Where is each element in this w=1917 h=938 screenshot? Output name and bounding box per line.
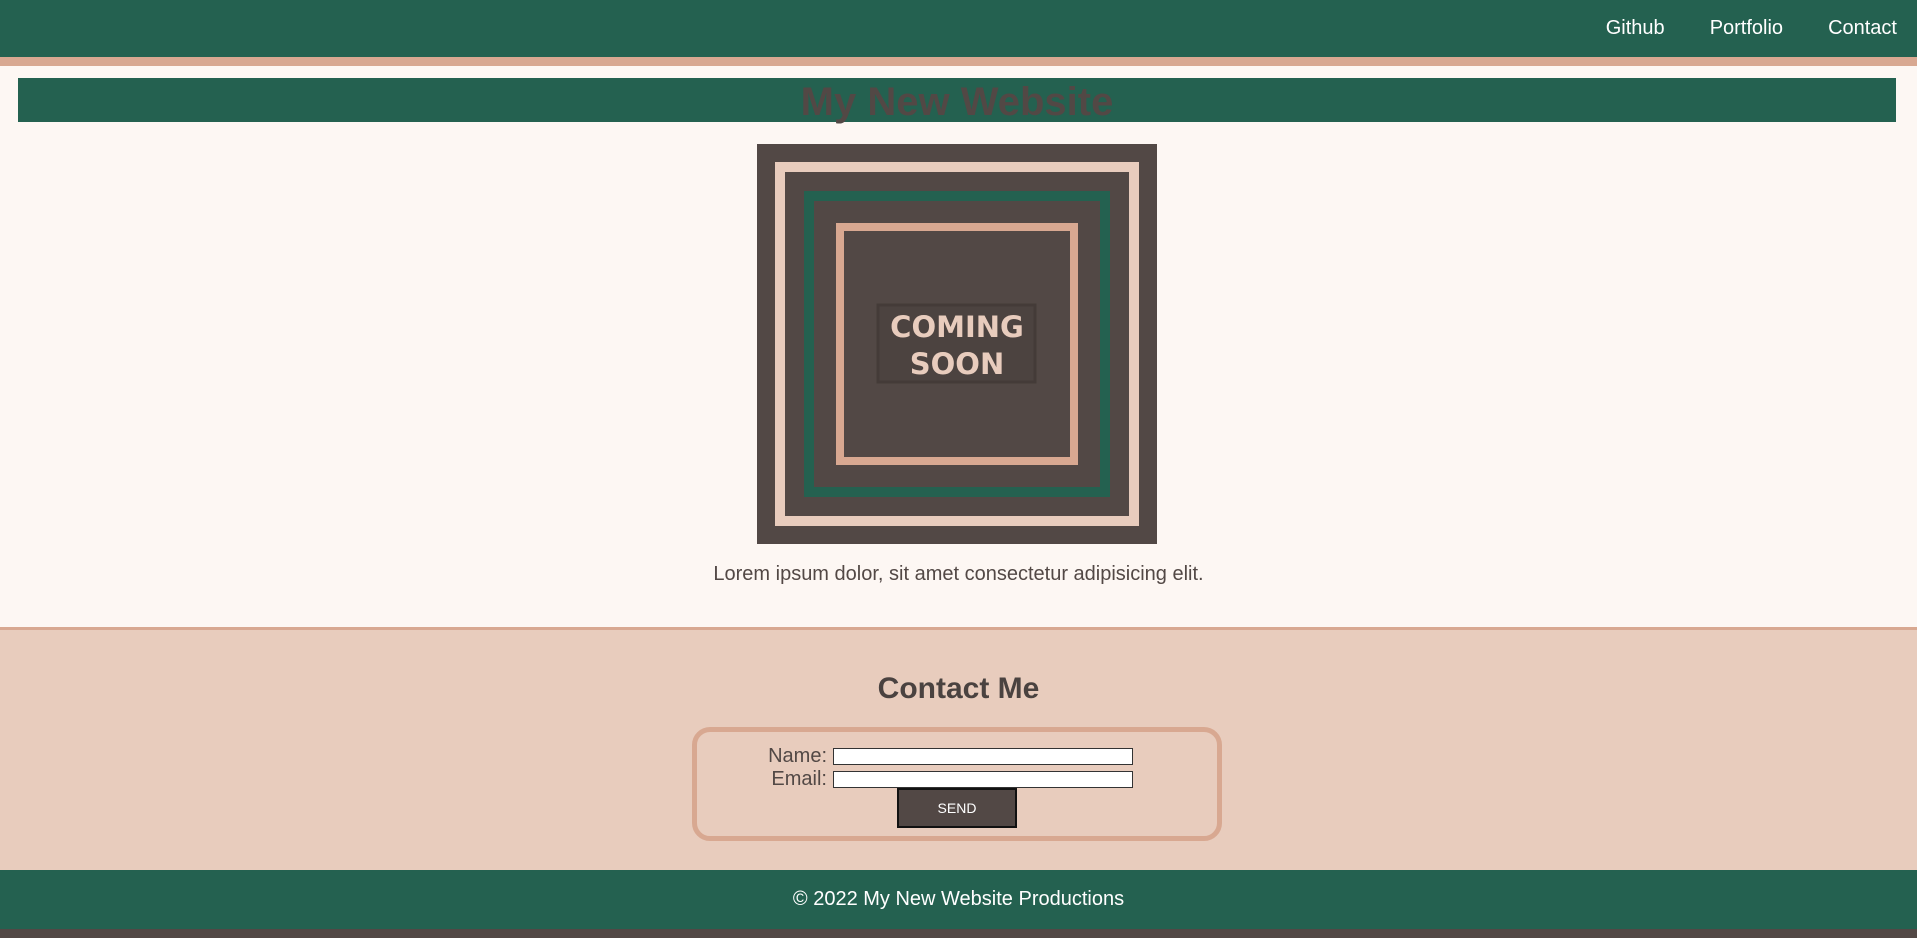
bottom-strip <box>0 929 1917 938</box>
name-label: Name: <box>768 745 827 767</box>
name-field[interactable] <box>833 748 1133 765</box>
site-title: My New Website <box>800 80 1114 124</box>
contact-form: Name: Email: SEND <box>692 727 1222 841</box>
coming-soon-line2: SOON <box>910 347 1004 381</box>
name-row: Name: <box>697 745 1217 767</box>
email-row: Email: <box>697 768 1217 790</box>
footer: © 2022 My New Website Productions <box>0 870 1917 929</box>
nav-links: Github Portfolio Contact <box>1561 0 1897 57</box>
nav-link-github[interactable]: Github <box>1606 17 1665 40</box>
nav-link-portfolio[interactable]: Portfolio <box>1710 17 1783 40</box>
coming-soon-image: COMING SOON <box>757 144 1157 544</box>
email-field[interactable] <box>833 771 1133 788</box>
top-navbar: Github Portfolio Contact <box>0 0 1917 57</box>
site-title-bar: My New Website <box>18 78 1896 124</box>
contact-section: Contact Me Name: Email: SEND <box>0 627 1917 870</box>
email-label: Email: <box>771 768 827 790</box>
contact-heading: Contact Me <box>877 672 1040 705</box>
nav-link-contact[interactable]: Contact <box>1828 17 1897 40</box>
nav-accent-stripe <box>0 57 1917 66</box>
send-button[interactable]: SEND <box>897 788 1017 828</box>
intro-text: Lorem ipsum dolor, sit amet consectetur … <box>713 563 1204 585</box>
footer-text: © 2022 My New Website Productions <box>792 888 1125 910</box>
coming-soon-line1: COMING <box>890 310 1024 344</box>
